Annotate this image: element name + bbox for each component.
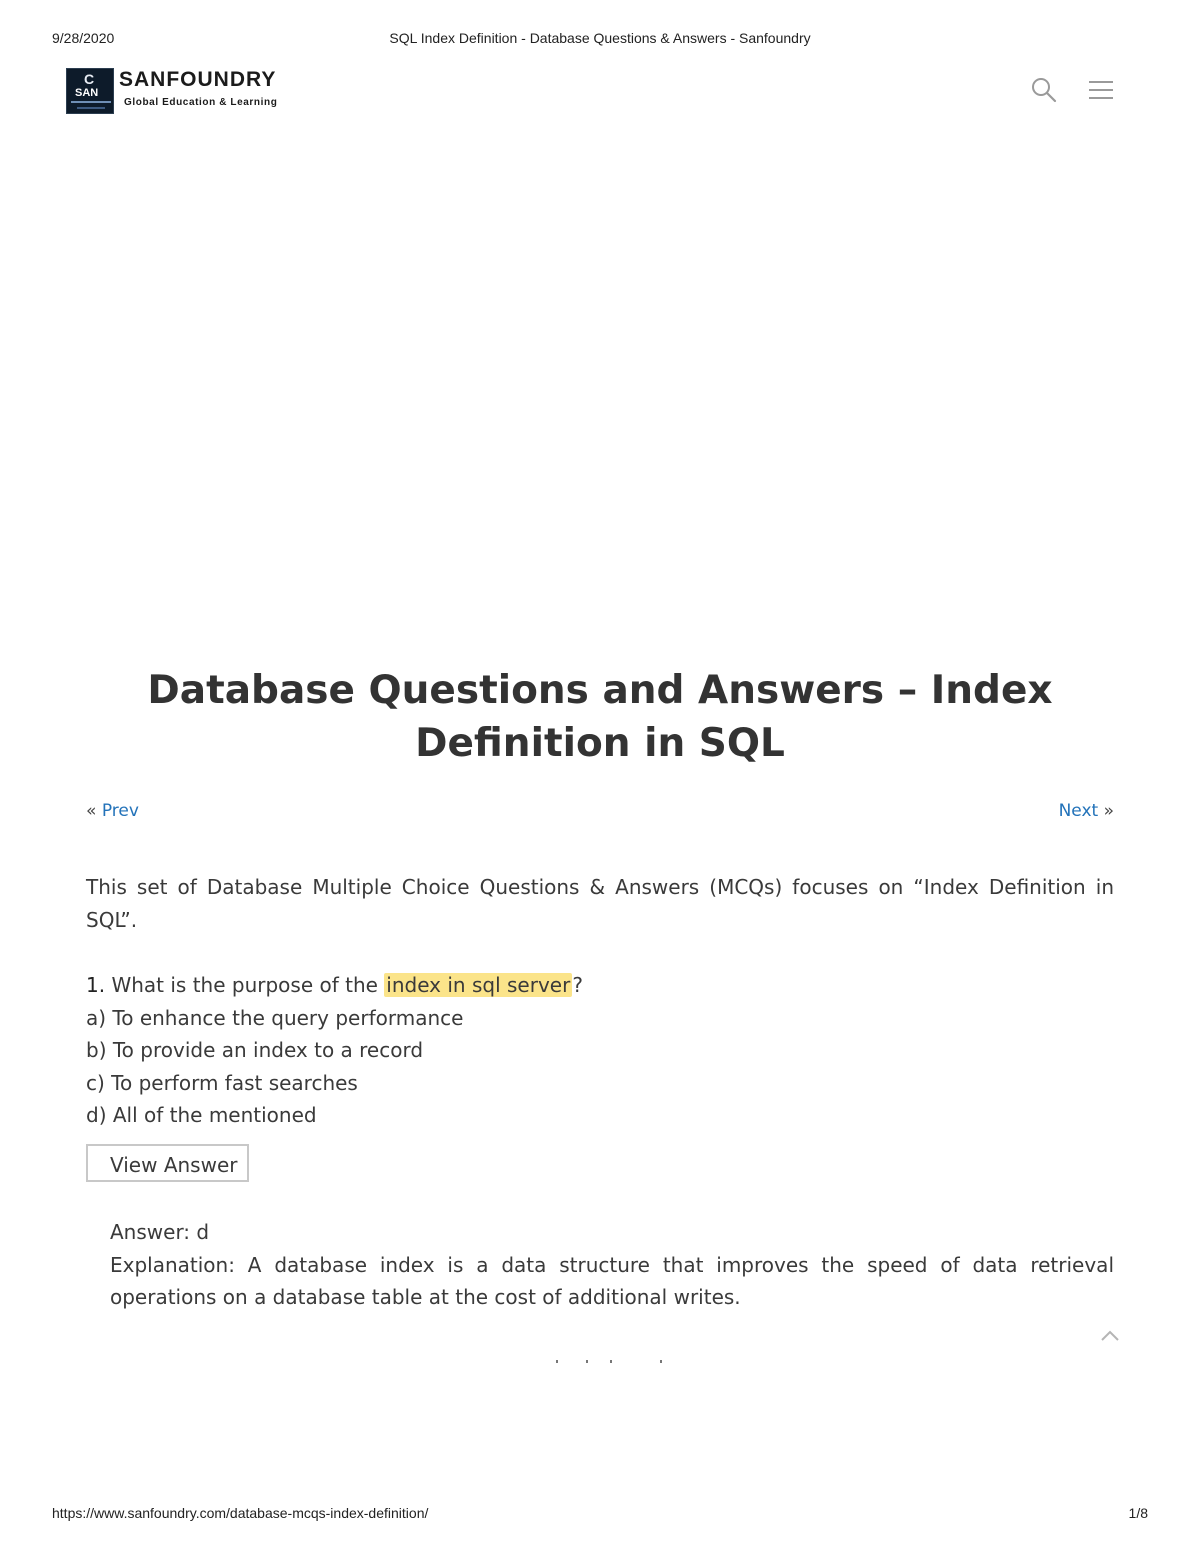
- print-url: https://www.sanfoundry.com/database-mcqs…: [52, 1505, 429, 1521]
- question-text-after: ?: [572, 973, 583, 997]
- prev-arrow: «: [86, 801, 97, 821]
- option-d: d) All of the mentioned: [86, 1103, 317, 1127]
- logo-decoration: [71, 101, 111, 103]
- question-block: 1. What is the purpose of the index in s…: [86, 969, 1114, 1132]
- print-page-number: 1/8: [1128, 1505, 1148, 1521]
- view-answer-button[interactable]: View Answer: [86, 1144, 249, 1182]
- question-text: 1. What is the purpose of the index in s…: [86, 969, 1114, 1002]
- logo-decoration: [77, 107, 105, 109]
- menu-button[interactable]: [1086, 78, 1116, 102]
- question-text-before: What is the purpose of the: [105, 973, 385, 997]
- option-b: b) To provide an index to a record: [86, 1038, 424, 1062]
- intro-paragraph: This set of Database Multiple Choice Que…: [86, 875, 1114, 932]
- next-label: Next: [1058, 801, 1099, 821]
- prev-link[interactable]: « Prev: [86, 801, 139, 821]
- option-c: c) To perform fast searches: [86, 1070, 358, 1095]
- chevron-up-icon: [1101, 1330, 1119, 1341]
- print-footer: https://www.sanfoundry.com/database-mcqs…: [52, 1505, 1148, 1523]
- partial-content-fragment: [556, 1360, 666, 1366]
- next-link[interactable]: Next »: [1059, 801, 1114, 821]
- question-number: 1.: [86, 973, 106, 997]
- answer-text: Answer: d: [110, 1220, 210, 1244]
- post-navigation: « Prev Next »: [86, 801, 1114, 823]
- logo-letters-san: SAN: [75, 87, 99, 99]
- hamburger-menu-icon: [1089, 81, 1113, 99]
- option-a: a) To enhance the query performance: [86, 1005, 464, 1030]
- article-title: Database Questions and Answers – Index D…: [147, 668, 1053, 766]
- brand-name[interactable]: SANFOUNDRY: [119, 68, 276, 92]
- highlighted-keyword-link[interactable]: index in sql server: [384, 973, 573, 997]
- next-arrow: »: [1103, 801, 1114, 821]
- scroll-to-top-button[interactable]: [1099, 1326, 1121, 1344]
- explanation-text: Explanation: A database index is a data …: [110, 1252, 1114, 1310]
- print-header: 9/28/2020 SQL Index Definition - Databas…: [52, 30, 1148, 48]
- search-icon: [1032, 78, 1057, 103]
- print-page-title: SQL Index Definition - Database Question…: [389, 30, 811, 46]
- brand-tagline: Global Education & Learning: [124, 97, 278, 108]
- answer-box: Answer: d Explanation: A database index …: [110, 1216, 1114, 1314]
- search-button[interactable]: [1030, 76, 1058, 104]
- site-header: C SAN SANFOUNDRY Global Education & Lear…: [66, 66, 1126, 116]
- prev-label: Prev: [101, 801, 139, 821]
- logo-letter-c: C: [84, 71, 95, 87]
- site-logo[interactable]: C SAN: [66, 68, 114, 114]
